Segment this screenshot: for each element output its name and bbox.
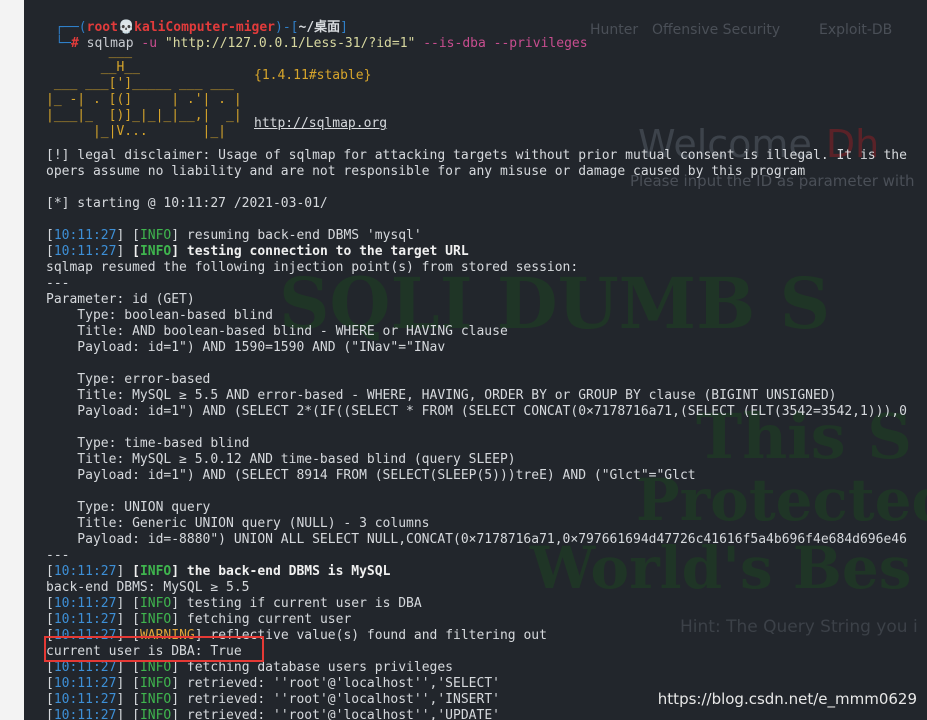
backend-line: back-end DBMS: MySQL ≥ 5.5 (46, 580, 250, 595)
disclaimer-line-2: opers assume no liability and are not re… (46, 164, 806, 179)
inj-payload: Payload: id=1") AND (SELECT 8914 FROM (S… (46, 468, 696, 483)
inj-title: Title: AND boolean-based blind - WHERE o… (46, 324, 508, 339)
separator: --- (46, 276, 70, 291)
inj-payload: Payload: id=-8880") UNION ALL SELECT NUL… (46, 532, 907, 547)
log-line: [10:11:27] [INFO] fetching current user (46, 612, 352, 627)
starting-line: [*] starting @ 10:11:27 /2021-03-01/ (46, 196, 328, 211)
separator: --- (46, 548, 70, 563)
inj-payload: Payload: id=1") AND 1590=1590 AND ("INav… (46, 340, 446, 355)
bg-tab-exploitdb: Exploit-DB (819, 22, 893, 38)
log-line: [10:11:27] [INFO] retrieved: ''root'@'lo… (46, 676, 500, 691)
window-left-strip (0, 0, 25, 720)
csdn-watermark: https://blog.csdn.net/e_mmm0629 (657, 690, 917, 708)
inj-title: Title: Generic UNION query (NULL) - 3 co… (46, 516, 430, 531)
log-line: [10:11:27] [INFO] retrieved: ''root'@'lo… (46, 692, 500, 707)
command-line[interactable]: └─# sqlmap -u "http://127.0.0.1/Less-31/… (24, 20, 587, 51)
bg-tab-offsec: Offensive Security (652, 22, 781, 38)
inj-type: Type: time-based blind (46, 436, 250, 451)
resumed-line: sqlmap resumed the following injection p… (46, 260, 579, 275)
command-flags: --is-dba --privileges (423, 36, 588, 51)
terminal-window[interactable]: Hunter Offensive Security Exploit-DB Wel… (24, 0, 927, 720)
log-line: [10:11:27] [INFO] testing connection to … (46, 244, 469, 259)
log-line: [10:11:27] [INFO] the back-end DBMS is M… (46, 564, 391, 579)
highlight-box (44, 636, 264, 662)
bg-tab-hunter: Hunter (590, 22, 639, 38)
log-line: [10:11:27] [INFO] retrieved: ''root'@'lo… (46, 708, 500, 720)
parameter-line: Parameter: id (GET) (46, 292, 195, 307)
log-line: [10:11:27] [INFO] resuming back-end DBMS… (46, 228, 422, 243)
sqlmap-version: {1.4.11#stable} (254, 68, 372, 83)
inj-title: Title: MySQL ≥ 5.0.12 AND time-based bli… (46, 452, 516, 467)
inj-title: Title: MySQL ≥ 5.5 AND error-based - WHE… (46, 388, 837, 403)
shell-prompt: ┌──(root💀kaliComputer-miger)-[~/桌面] (55, 20, 348, 35)
disclaimer-line-1: [!] legal disclaimer: Usage of sqlmap fo… (46, 148, 907, 163)
inj-type: Type: UNION query (46, 500, 211, 515)
sqlmap-logo: ___ __H__ ___ ___[']_____ ___ ___ |_ -| … (46, 44, 242, 139)
inj-payload: Payload: id=1") AND (SELECT 2*(IF((SELEC… (46, 404, 907, 419)
inj-type: Type: boolean-based blind (46, 308, 273, 323)
log-line: [10:11:27] [INFO] fetching database user… (46, 660, 454, 675)
sqlmap-site-link[interactable]: http://sqlmap.org (254, 116, 387, 132)
inj-type: Type: error-based (46, 372, 211, 387)
bg-hint: Hint: The Query String you i (680, 617, 918, 637)
log-line: [10:11:27] [INFO] testing if current use… (46, 596, 422, 611)
